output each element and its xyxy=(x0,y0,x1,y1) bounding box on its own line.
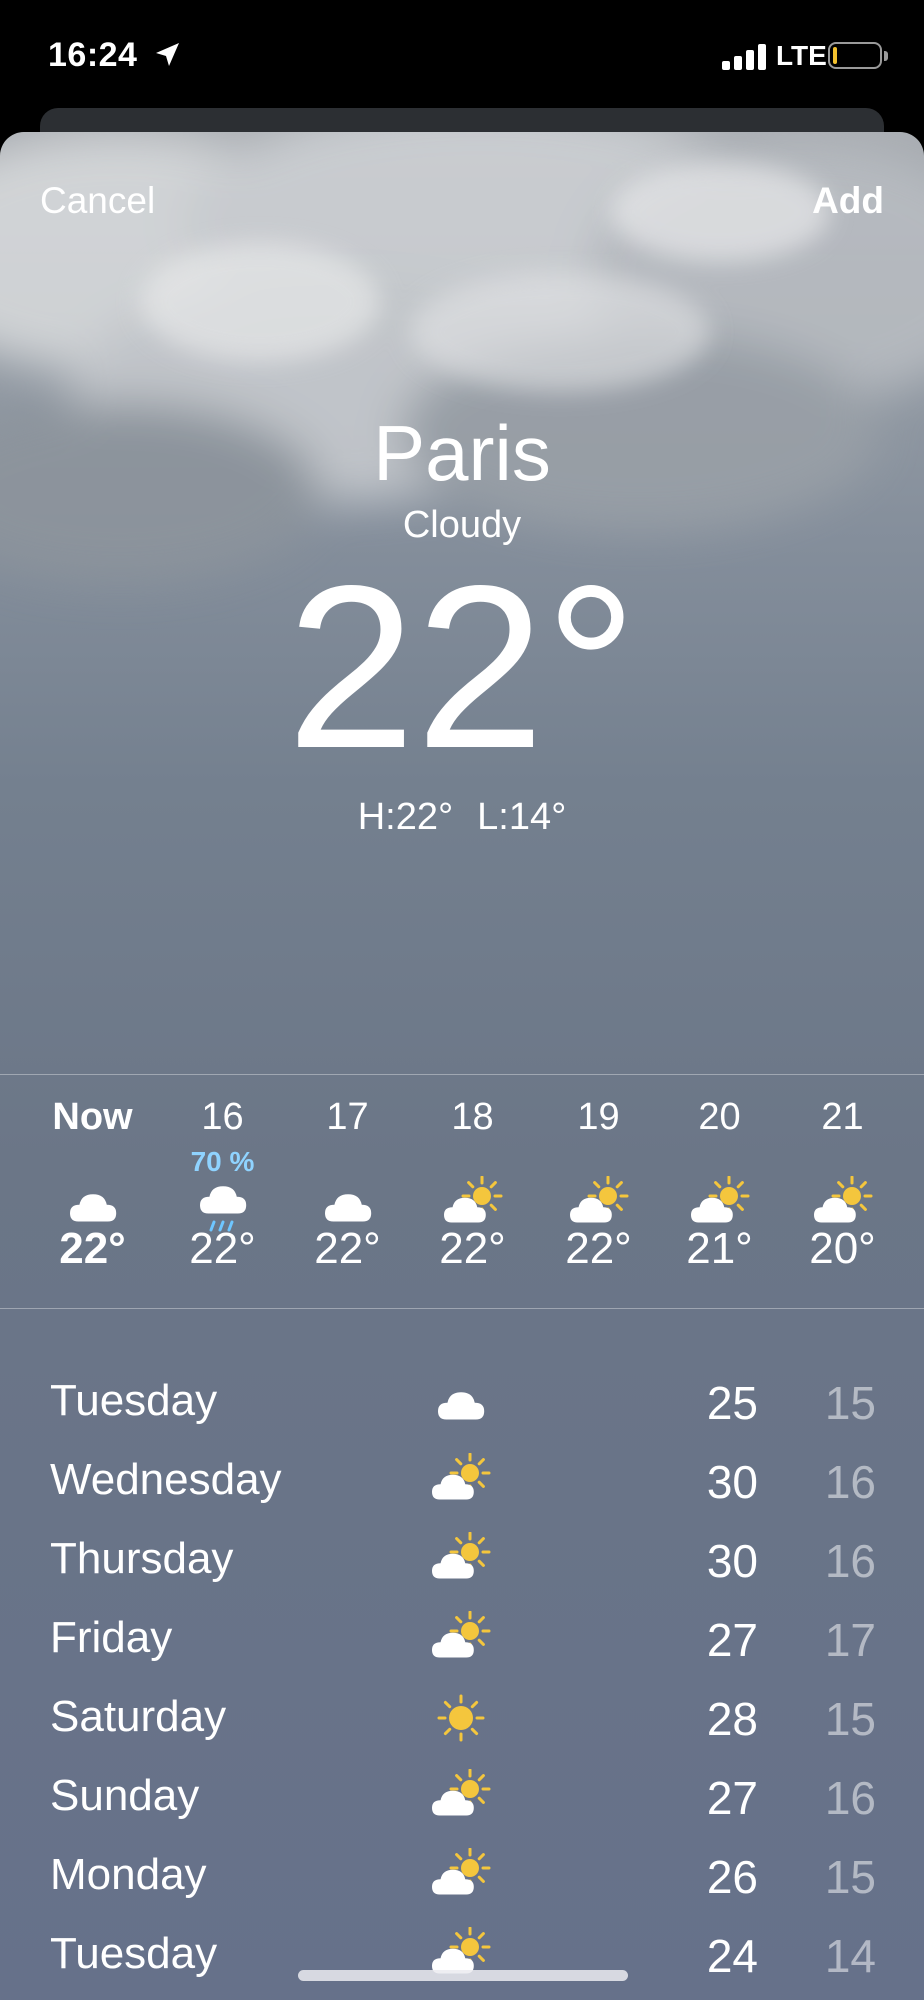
partly-sunny-icon xyxy=(432,1453,491,1500)
day-high-temperature: 30 xyxy=(706,1456,758,1508)
day-low-temperature: 16 xyxy=(824,1772,876,1824)
daily-row: Sunday 27 16 xyxy=(0,1759,924,1838)
hour-label: 20 xyxy=(698,1096,741,1138)
day-low-temperature: 15 xyxy=(824,1851,876,1903)
daily-row: Monday 26 15 xyxy=(0,1838,924,1917)
high-temperature: H:22° xyxy=(357,796,454,838)
partly-sunny-icon xyxy=(432,1769,491,1816)
hour-temperature: 21° xyxy=(686,1224,753,1273)
hour-label: Now xyxy=(52,1096,133,1138)
daily-row: Saturday 28 15 xyxy=(0,1680,924,1759)
daily-row: Tuesday 24 14 xyxy=(0,1917,924,1996)
hour-temperature: 22° xyxy=(189,1224,256,1273)
sun-icon xyxy=(437,1694,485,1742)
battery-level xyxy=(833,47,837,64)
cloud-icon xyxy=(438,1392,485,1420)
hour-label: 17 xyxy=(326,1096,369,1138)
day-name: Monday xyxy=(50,1850,207,1899)
hour-label: 21 xyxy=(821,1096,864,1138)
day-low-temperature: 14 xyxy=(824,1930,876,1982)
partly-sunny-icon xyxy=(432,1532,491,1579)
hour-temperature: 22° xyxy=(59,1224,126,1273)
day-low-temperature: 16 xyxy=(824,1535,876,1587)
day-name: Friday xyxy=(50,1613,173,1662)
hourly-forecast[interactable]: Now 22° 16 70 % 22° 17 22° 18 22° 19 22° 20 21° 21 20° xyxy=(0,1074,924,1304)
day-high-temperature: 30 xyxy=(706,1535,758,1587)
high-low: H:22° L:14° xyxy=(0,796,924,839)
battery-icon xyxy=(828,42,882,69)
day-name: Tuesday xyxy=(50,1376,218,1425)
add-button[interactable]: Add xyxy=(812,180,884,222)
network-type: LTE xyxy=(776,40,827,71)
divider-bottom xyxy=(0,1308,924,1309)
day-high-temperature: 26 xyxy=(706,1851,758,1903)
hour-temperature: 22° xyxy=(314,1224,381,1273)
home-indicator[interactable] xyxy=(298,1970,628,1981)
day-low-temperature: 17 xyxy=(824,1614,876,1666)
status-time: 16:24 xyxy=(48,36,138,74)
daily-row: Tuesday 25 15 xyxy=(0,1364,924,1443)
status-bar: 16:24 LTE xyxy=(0,0,924,110)
city-name: Paris xyxy=(373,409,551,497)
hour-label: 19 xyxy=(577,1096,620,1138)
hour-label: 18 xyxy=(451,1096,494,1138)
daily-row: Thursday 30 16 xyxy=(0,1522,924,1601)
day-name: Wednesday xyxy=(50,1455,282,1504)
hour-temperature: 22° xyxy=(439,1224,506,1273)
hour-temperature: 22° xyxy=(565,1224,632,1273)
day-high-temperature: 27 xyxy=(706,1772,758,1824)
day-high-temperature: 25 xyxy=(706,1377,758,1429)
partly-sunny-icon xyxy=(432,1848,491,1895)
day-name: Tuesday xyxy=(50,1929,218,1978)
day-high-temperature: 24 xyxy=(706,1930,758,1982)
day-low-temperature: 16 xyxy=(824,1456,876,1508)
day-low-temperature: 15 xyxy=(824,1693,876,1745)
day-name: Sunday xyxy=(50,1771,200,1820)
low-temperature: L:14° xyxy=(477,796,567,838)
day-low-temperature: 15 xyxy=(824,1377,876,1429)
day-high-temperature: 27 xyxy=(706,1614,758,1666)
daily-row: Friday 27 17 xyxy=(0,1601,924,1680)
weather-preview-sheet: Cancel Add Paris Cloudy 22° H:22° L:14° N… xyxy=(0,132,924,2000)
current-temperature: 22° xyxy=(286,538,638,797)
hour-temperature: 20° xyxy=(809,1224,876,1273)
precipitation-chance: 70 % xyxy=(190,1146,255,1177)
partly-sunny-icon xyxy=(432,1611,491,1658)
day-name: Saturday xyxy=(50,1692,227,1741)
hour-label: 16 xyxy=(201,1096,244,1138)
daily-row: Wednesday 30 16 xyxy=(0,1443,924,1522)
day-name: Thursday xyxy=(50,1534,234,1583)
cancel-button[interactable]: Cancel xyxy=(40,180,155,222)
cellular-signal-icon xyxy=(722,44,766,70)
location-arrow-icon xyxy=(156,43,179,66)
day-high-temperature: 28 xyxy=(706,1693,758,1745)
battery-nub xyxy=(884,51,888,61)
